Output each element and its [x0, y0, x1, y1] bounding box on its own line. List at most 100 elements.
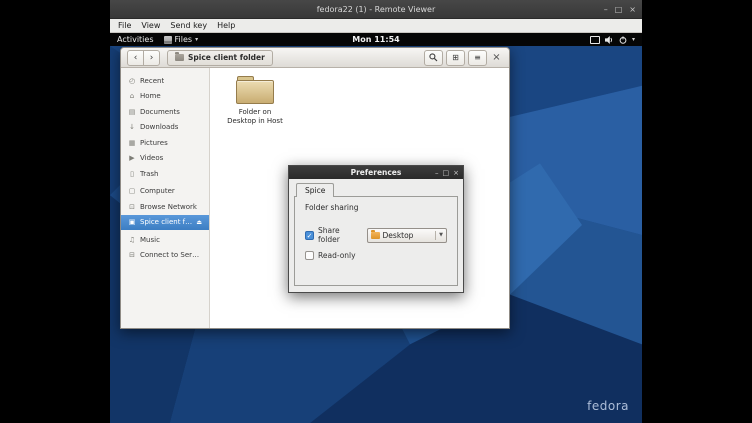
preferences-window-controls: – □ × [435, 166, 459, 179]
back-icon: ‹ [134, 53, 138, 63]
sidebar-item-spice-client-folder[interactable]: ▣ Spice client fol... ⏏ [121, 215, 209, 231]
fedora-logo: fedora [587, 399, 629, 413]
sidebar-item-label: Recent [140, 77, 164, 85]
shared-folder-select[interactable]: Desktop ▼ [367, 228, 447, 243]
combo-separator [435, 231, 436, 240]
sidebar-item-connect-to-server[interactable]: ⊟ Connect to Server [121, 248, 209, 264]
close-icon: × [492, 52, 500, 63]
sidebar-item-computer[interactable]: ▢ Computer [121, 184, 209, 200]
sidebar-item-documents[interactable]: ▤ Documents [121, 104, 209, 120]
viewer-window-controls: – □ × [604, 0, 636, 18]
trash-icon: ▯ [128, 170, 136, 178]
sidebar-item-label: Home [140, 92, 161, 100]
gnome-topbar: Activities Files ▾ Mon 11:54 ▾ [110, 33, 642, 46]
documents-icon: ▤ [128, 108, 136, 116]
menu-help[interactable]: Help [212, 21, 240, 30]
nav-buttons: ‹ › [127, 50, 160, 66]
viewer-title: fedora22 (1) - Remote Viewer [110, 5, 642, 14]
sidebar-item-browse-network[interactable]: ⊡ Browse Network [121, 199, 209, 215]
search-icon [429, 53, 438, 62]
share-folder-row: ✓ Share folder Desktop ▼ [305, 226, 447, 244]
close-button[interactable]: × [453, 169, 459, 177]
files-sidebar: ◴ Recent ⌂ Home ▤ Documents ↓ [121, 68, 210, 328]
spice-tab-panel: Folder sharing ✓ Share folder Desktop ▼ [294, 196, 458, 286]
viewer-menubar: File View Send key Help [110, 19, 642, 33]
forward-button[interactable]: › [143, 50, 160, 66]
read-only-label: Read-only [318, 251, 356, 260]
share-folder-label: Share folder [318, 226, 360, 244]
sidebar-item-music[interactable]: ♫ Music [121, 232, 209, 248]
grid-icon: ⊞ [452, 53, 459, 62]
shared-folder-value: Desktop [383, 231, 433, 240]
music-icon: ♫ [128, 236, 136, 244]
desktop: fedora ‹ › Spice client folder [110, 46, 642, 423]
recent-icon: ◴ [128, 77, 136, 85]
back-button[interactable]: ‹ [127, 50, 144, 66]
menu-button[interactable]: ≡ [468, 50, 487, 66]
menu-file[interactable]: File [113, 21, 136, 30]
tab-spice[interactable]: Spice [296, 183, 334, 197]
chevron-down-icon: ▾ [632, 36, 635, 43]
close-button[interactable]: × [629, 5, 636, 14]
preferences-titlebar[interactable]: Preferences – □ × [289, 166, 463, 179]
read-only-row: Read-only [305, 251, 447, 260]
menu-send-key[interactable]: Send key [165, 21, 212, 30]
display-icon [590, 36, 600, 44]
forward-icon: › [150, 53, 154, 63]
sidebar-item-recent[interactable]: ◴ Recent [121, 73, 209, 89]
folder-icon: ▣ [128, 218, 136, 226]
sidebar-item-label: Videos [140, 154, 163, 162]
server-icon: ⊟ [128, 251, 136, 259]
guest-screen: Activities Files ▾ Mon 11:54 ▾ [110, 33, 642, 423]
folder-icon [175, 54, 184, 61]
eject-icon[interactable]: ⏏ [196, 219, 202, 226]
viewer-titlebar[interactable]: fedora22 (1) - Remote Viewer – □ × [110, 0, 642, 19]
preferences-body: Spice Folder sharing ✓ Share folder Desk… [289, 179, 463, 292]
sidebar-item-label: Music [140, 236, 160, 244]
sidebar-item-label: Downloads [140, 123, 178, 131]
minimize-button[interactable]: – [604, 5, 608, 14]
downloads-icon: ↓ [128, 123, 136, 131]
clock[interactable]: Mon 11:54 [110, 35, 642, 44]
sidebar-item-downloads[interactable]: ↓ Downloads [121, 120, 209, 136]
folder-icon [236, 76, 274, 104]
headerbar-actions: ⊞ ≡ × [424, 50, 503, 66]
breadcrumb[interactable]: Spice client folder [167, 50, 273, 66]
computer-icon: ▢ [128, 187, 136, 195]
home-icon: ⌂ [128, 92, 136, 100]
files-headerbar[interactable]: ‹ › Spice client folder [121, 48, 509, 68]
preferences-dialog: Preferences – □ × Spice Folder sharing ✓… [288, 165, 464, 293]
sidebar-item-label: Trash [140, 170, 159, 178]
sidebar-item-videos[interactable]: ▶ Videos [121, 151, 209, 167]
sidebar-item-label: Documents [140, 108, 180, 116]
sidebar-item-home[interactable]: ⌂ Home [121, 89, 209, 105]
maximize-button[interactable]: □ [443, 169, 450, 177]
folder-sharing-label: Folder sharing [305, 203, 447, 212]
sidebar-item-label: Connect to Server [140, 251, 202, 259]
status-area[interactable]: ▾ [590, 36, 635, 44]
minimize-button[interactable]: – [435, 169, 439, 177]
sidebar-item-trash[interactable]: ▯ Trash [121, 166, 209, 182]
sidebar-item-label: Computer [140, 187, 175, 195]
file-item-folder[interactable]: Folder on Desktop in Host [224, 76, 286, 127]
network-icon: ⊡ [128, 203, 136, 211]
maximize-button[interactable]: □ [615, 5, 623, 14]
breadcrumb-label: Spice client folder [188, 53, 265, 62]
menu-view[interactable]: View [136, 21, 165, 30]
chevron-down-icon: ▼ [439, 232, 443, 238]
files-close-button[interactable]: × [490, 51, 503, 65]
hamburger-icon: ≡ [474, 53, 481, 62]
grid-view-button[interactable]: ⊞ [446, 50, 465, 66]
search-button[interactable] [424, 50, 443, 66]
share-folder-checkbox[interactable]: ✓ [305, 231, 314, 240]
volume-icon [605, 36, 614, 44]
sidebar-item-label: Pictures [140, 139, 168, 147]
power-icon [619, 36, 627, 44]
file-item-label: Folder on Desktop in Host [224, 108, 286, 127]
sidebar-item-label: Browse Network [140, 203, 197, 211]
remote-viewer-window: fedora22 (1) - Remote Viewer – □ × File … [110, 0, 642, 423]
read-only-checkbox[interactable] [305, 251, 314, 260]
sidebar-item-pictures[interactable]: ▦ Pictures [121, 135, 209, 151]
pictures-icon: ▦ [128, 139, 136, 147]
videos-icon: ▶ [128, 154, 136, 162]
